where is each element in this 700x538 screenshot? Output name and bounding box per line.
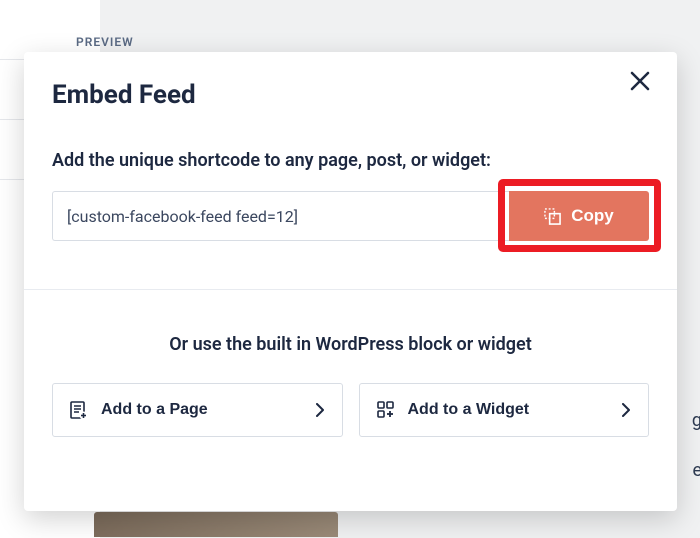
close-icon [630, 71, 650, 91]
copy-button-label: Copy [571, 206, 614, 226]
copy-icon [544, 208, 561, 225]
shortcode-instruction: Add the unique shortcode to any page, po… [52, 150, 649, 171]
add-to-page-button[interactable]: Add to a Page [52, 383, 343, 437]
page-plus-icon [69, 400, 89, 420]
modal-title: Embed Feed [52, 80, 649, 110]
background-image-preview [94, 512, 338, 537]
preview-label: PREVIEW [76, 35, 134, 49]
chevron-right-icon [316, 403, 324, 417]
background-text: g [692, 410, 700, 431]
alternative-instruction: Or use the built in WordPress block or w… [52, 334, 649, 355]
background-text: e [692, 460, 700, 481]
shortcode-input[interactable] [52, 191, 509, 241]
close-button[interactable] [623, 64, 657, 98]
add-to-widget-button[interactable]: Add to a Widget [359, 383, 650, 437]
widget-plus-icon [376, 400, 396, 420]
copy-button[interactable]: Copy [509, 191, 649, 241]
chevron-right-icon [622, 403, 630, 417]
embed-feed-modal: Embed Feed Add the unique shortcode to a… [24, 52, 677, 511]
add-to-page-label: Add to a Page [101, 401, 208, 419]
add-to-widget-label: Add to a Widget [408, 401, 530, 419]
